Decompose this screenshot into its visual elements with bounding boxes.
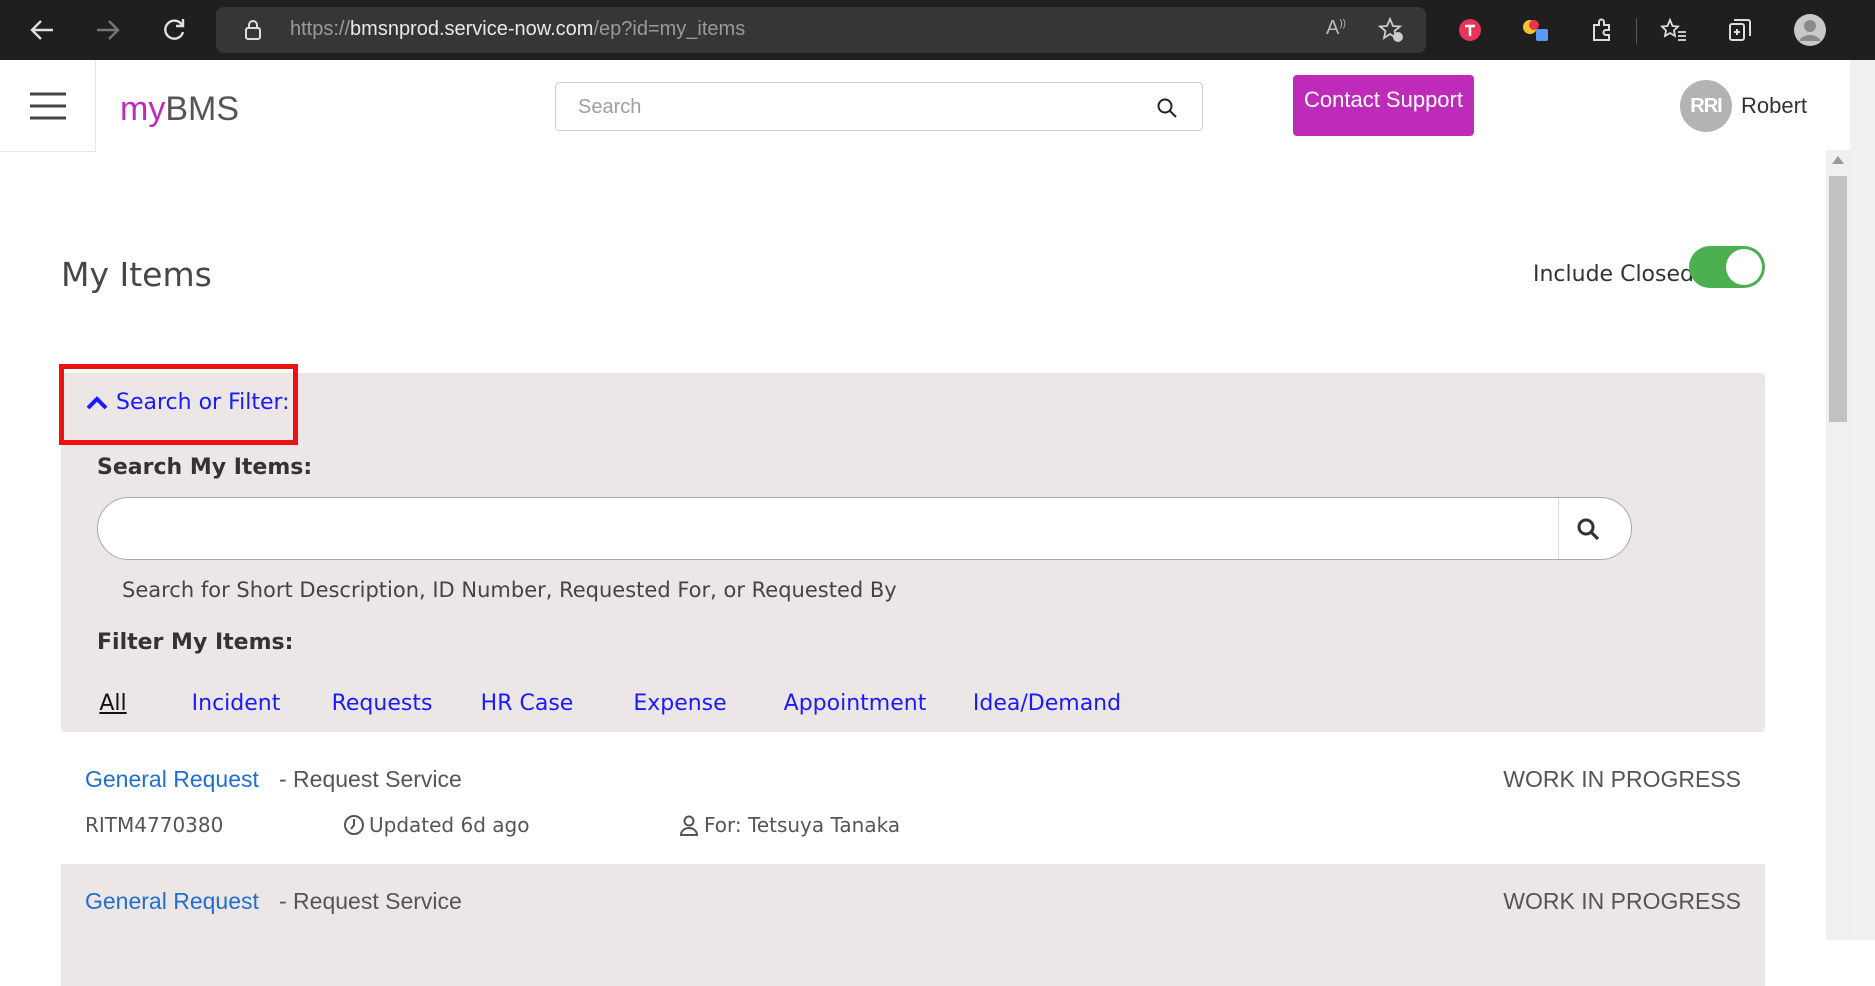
address-bar[interactable]: https://bmsnprod.service-now.com/ep?id=m… (216, 7, 1426, 53)
browser-toolbar: https://bmsnprod.service-now.com/ep?id=m… (0, 0, 1875, 60)
search-help-text: Search for Short Description, ID Number,… (122, 578, 897, 602)
collections-button[interactable] (1718, 8, 1762, 52)
user-icon (679, 815, 699, 836)
tab-hr-case[interactable]: HR Case (460, 674, 594, 734)
tab-idea-demand[interactable]: Idea/Demand (954, 674, 1140, 734)
include-closed-toggle[interactable] (1689, 246, 1765, 288)
reload-button[interactable] (152, 8, 196, 52)
tab-all[interactable]: All (78, 674, 148, 734)
clock-icon (344, 815, 364, 835)
search-icon[interactable] (1156, 97, 1178, 119)
read-aloud-icon[interactable]: A)) (1326, 17, 1346, 40)
item-requested-for: For: Tetsuya Tanaka (678, 813, 900, 837)
search-divider (1558, 498, 1559, 559)
tab-expense[interactable]: Expense (612, 674, 748, 734)
toggle-knob (1726, 249, 1762, 285)
avatar[interactable]: RRI (1680, 80, 1732, 132)
search-my-items-label: Search My Items: (97, 455, 313, 480)
item-number: RITM4770380 (85, 813, 224, 837)
item-type: - Request Service (279, 888, 462, 914)
item-link[interactable]: General Request (85, 888, 259, 915)
tab-incident[interactable]: Incident (177, 674, 295, 734)
extension-colorful-button[interactable] (1514, 8, 1558, 52)
back-button[interactable] (20, 8, 64, 52)
lock-icon (245, 20, 261, 40)
color-picker-extension-icon (1523, 20, 1548, 41)
user-name[interactable]: Robert (1741, 93, 1807, 119)
forward-arrow-icon (97, 20, 120, 40)
hamburger-icon (29, 92, 66, 119)
item-requested-for-text: For: Tetsuya Tanaka (704, 813, 901, 837)
list-item[interactable]: General Request - Request Service WORK I… (61, 742, 1765, 864)
scroll-up-arrow-icon[interactable] (1832, 156, 1844, 164)
global-search (555, 82, 1203, 131)
tab-requests[interactable]: Requests (313, 674, 451, 734)
extensions-button[interactable] (1580, 8, 1624, 52)
filter-my-items-label: Filter My Items: (97, 630, 294, 655)
search-icon[interactable] (1576, 517, 1600, 541)
global-search-input[interactable] (578, 93, 1138, 121)
contact-support-button[interactable]: Contact Support (1293, 75, 1474, 136)
status-badge: WORK IN PROGRESS (1503, 888, 1741, 914)
highlight-box (59, 364, 298, 445)
add-favorite-icon[interactable] (1378, 17, 1404, 43)
reload-icon (164, 19, 185, 40)
item-updated: Updated 6d ago (343, 813, 529, 837)
my-items-search (97, 497, 1632, 560)
browser-side-strip (1850, 60, 1875, 940)
page-title: My Items (61, 255, 212, 294)
item-updated-text: Updated 6d ago (369, 813, 530, 837)
extension-button[interactable] (1448, 8, 1492, 52)
back-arrow-icon (30, 20, 53, 40)
scrollbar-thumb[interactable] (1829, 176, 1847, 422)
extension-red-icon (1459, 19, 1481, 41)
collections-icon (1729, 19, 1751, 41)
site-logo[interactable]: myBMS (120, 90, 239, 129)
my-items-search-input[interactable] (124, 514, 1544, 544)
puzzle-icon (1593, 18, 1610, 41)
favorites-button[interactable] (1652, 8, 1696, 52)
profile-icon (1794, 14, 1826, 46)
include-closed-label: Include Closed (1533, 262, 1694, 287)
forward-button[interactable] (86, 8, 130, 52)
item-link[interactable]: General Request (85, 766, 259, 793)
list-item[interactable]: General Request - Request Service WORK I… (61, 864, 1765, 986)
tab-appointment[interactable]: Appointment (759, 674, 951, 734)
url-text: https://bmsnprod.service-now.com/ep?id=m… (290, 18, 746, 40)
item-type: - Request Service (279, 766, 462, 792)
profile-button[interactable] (1788, 8, 1832, 52)
toolbar-separator (1636, 18, 1637, 44)
favorites-list-icon (1660, 17, 1686, 41)
menu-button[interactable] (0, 60, 96, 152)
status-badge: WORK IN PROGRESS (1503, 766, 1741, 792)
